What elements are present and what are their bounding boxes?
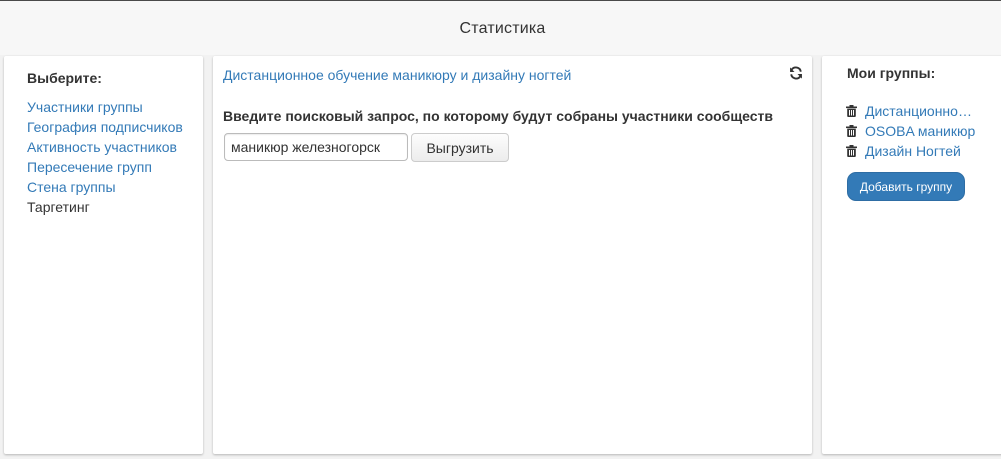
groups-title: Мои группы:	[847, 65, 936, 81]
main-panel: Дистанционное обучение маникюру и дизайн…	[213, 56, 812, 454]
groups-list: Дистанционное обучение маникюру и дизайн…	[846, 101, 976, 161]
group-link[interactable]: OSOBA маникюр	[865, 121, 975, 141]
selected-group-link[interactable]: Дистанционное обучение маникюру и дизайн…	[223, 67, 571, 83]
sidebar-item-label[interactable]: Пересечение групп	[27, 159, 152, 175]
page-title: Статистика	[459, 20, 546, 37]
add-group-button[interactable]: Добавить группу	[847, 172, 965, 201]
sidebar-item-label[interactable]: Таргетинг	[27, 199, 90, 215]
export-button[interactable]: Выгрузить	[411, 133, 509, 162]
sidebar-item-label[interactable]: География подписчиков	[27, 119, 183, 135]
sidebar-item-label[interactable]: Стена группы	[27, 179, 116, 195]
group-item: Дизайн Ногтей	[846, 141, 976, 161]
sidebar-menu: Участники группы География подписчиков А…	[27, 97, 183, 217]
refresh-icon[interactable]	[789, 66, 803, 80]
sidebar-item-label[interactable]: Активность участников	[27, 139, 177, 155]
search-input[interactable]	[224, 133, 408, 161]
group-item: Дистанционное обучение маникюру и дизайн…	[846, 101, 976, 121]
sidebar-item-label[interactable]: Участники группы	[27, 99, 143, 115]
sidebar-item-targeting[interactable]: Таргетинг	[27, 197, 183, 217]
trash-icon[interactable]	[846, 125, 857, 137]
search-prompt: Введите поисковый запрос, по которому бу…	[223, 108, 773, 124]
sidebar-item-group-wall[interactable]: Стена группы	[27, 177, 183, 197]
group-link[interactable]: Дизайн Ногтей	[865, 141, 961, 161]
sidebar-item-subscribers-geography[interactable]: География подписчиков	[27, 117, 183, 137]
sidebar-title: Выберите:	[27, 70, 102, 86]
trash-icon[interactable]	[846, 105, 857, 117]
group-item: OSOBA маникюр	[846, 121, 976, 141]
sidebar-item-group-members[interactable]: Участники группы	[27, 97, 183, 117]
page-header: Статистика	[0, 1, 1001, 55]
groups-panel: Мои группы: Дистанционное обучение маник…	[822, 56, 1001, 454]
sidebar-item-groups-intersection[interactable]: Пересечение групп	[27, 157, 183, 177]
left-panel: Выберите: Участники группы География под…	[4, 56, 203, 454]
group-link[interactable]: Дистанционное обучение маникюру и дизайн…	[865, 101, 976, 121]
sidebar-item-members-activity[interactable]: Активность участников	[27, 137, 183, 157]
trash-icon[interactable]	[846, 145, 857, 157]
